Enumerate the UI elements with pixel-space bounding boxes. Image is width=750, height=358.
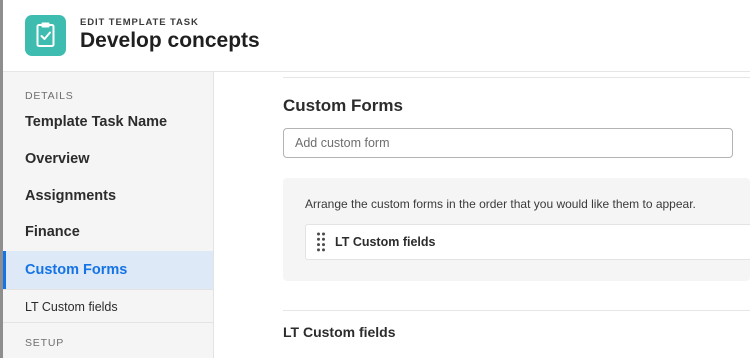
sidebar-subitem-lt-custom-fields[interactable]: LT Custom fields (3, 289, 213, 323)
drag-handle-icon[interactable] (316, 231, 326, 253)
custom-form-label: LT Custom fields (335, 235, 436, 249)
clipboard-check-icon (25, 15, 66, 56)
main-content: Custom Forms Arrange the custom forms in… (215, 72, 750, 358)
sidebar-item-template-task-name[interactable]: Template Task Name (3, 105, 213, 139)
section-label-setup: SETUP (25, 337, 65, 349)
custom-form-card[interactable]: LT Custom fields (305, 224, 750, 260)
page-header: EDIT TEMPLATE TASK Develop concepts (3, 0, 750, 72)
section-heading-lt-custom-fields: LT Custom fields (283, 324, 396, 340)
section-heading-custom-forms: Custom Forms (283, 96, 403, 115)
sidebar-item-assignments[interactable]: Assignments (3, 179, 213, 213)
section-label-details: DETAILS (25, 90, 74, 102)
divider (283, 310, 750, 311)
page-title: Develop concepts (80, 29, 260, 52)
sidebar-item-overview[interactable]: Overview (3, 142, 213, 176)
sidebar-item-finance[interactable]: Finance (3, 215, 213, 249)
arrange-hint-text: Arrange the custom forms in the order th… (305, 197, 696, 211)
add-custom-form-input[interactable] (283, 128, 733, 158)
arrange-forms-panel: Arrange the custom forms in the order th… (283, 178, 750, 281)
sidebar: DETAILS Template Task Name Overview Assi… (3, 72, 214, 358)
header-subtitle: EDIT TEMPLATE TASK (80, 17, 199, 28)
sidebar-item-custom-forms[interactable]: Custom Forms (3, 251, 213, 289)
divider (283, 77, 750, 78)
